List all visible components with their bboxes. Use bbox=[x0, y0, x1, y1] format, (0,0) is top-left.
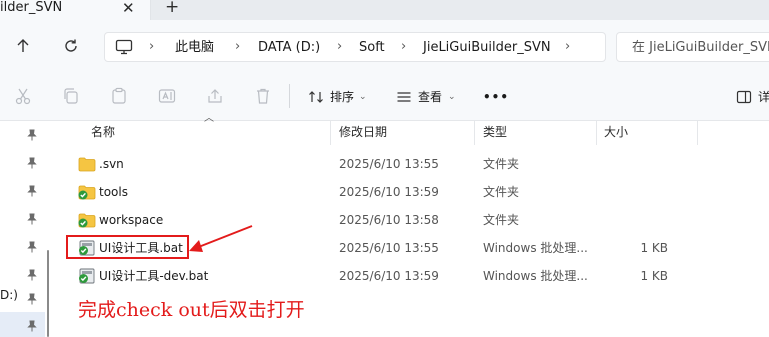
file-size: 1 KB bbox=[640, 269, 668, 283]
column-size[interactable]: 大小 bbox=[604, 125, 628, 139]
view-icon bbox=[394, 87, 414, 107]
column-type[interactable]: 类型 bbox=[483, 125, 507, 139]
paste-icon[interactable] bbox=[109, 86, 129, 106]
file-type: Windows 批处理... bbox=[483, 269, 588, 283]
breadcrumb-item[interactable]: DATA (D:) bbox=[258, 40, 320, 56]
file-date: 2025/6/10 13:55 bbox=[339, 157, 439, 171]
annotation-highlight-box bbox=[66, 235, 189, 259]
rename-icon[interactable] bbox=[157, 86, 177, 106]
chevron-down-icon: ⌄ bbox=[448, 92, 456, 102]
details-pane-icon bbox=[734, 87, 754, 107]
chevron-right-icon: › bbox=[401, 39, 407, 54]
chevron-right-icon: › bbox=[149, 39, 155, 54]
sort-label: 排序 bbox=[330, 90, 355, 104]
view-button[interactable]: 查看 ⌄ bbox=[394, 88, 458, 106]
nav-item-drive[interactable]: D:) bbox=[0, 288, 18, 302]
file-date: 2025/6/10 13:59 bbox=[339, 185, 439, 199]
file-row[interactable]: .svn 2025/6/10 13:55 文件夹 bbox=[66, 150, 769, 178]
pin-icon[interactable] bbox=[26, 185, 38, 197]
chevron-right-icon: › bbox=[235, 39, 241, 54]
file-size: 1 KB bbox=[640, 241, 668, 255]
file-type: 文件夹 bbox=[483, 185, 520, 199]
svn-folder-icon bbox=[78, 185, 96, 200]
file-name: workspace bbox=[99, 213, 164, 227]
more-options-icon[interactable]: ••• bbox=[483, 89, 509, 105]
column-date[interactable]: 修改日期 bbox=[339, 125, 387, 139]
annotation-arrow-icon bbox=[189, 225, 253, 252]
file-type: 文件夹 bbox=[483, 213, 520, 227]
column-header: 名称 修改日期 类型 大小 bbox=[60, 121, 769, 145]
file-name: tools bbox=[99, 185, 128, 199]
file-type: 文件夹 bbox=[483, 157, 520, 171]
trash-icon[interactable] bbox=[253, 86, 273, 106]
folder-icon bbox=[78, 157, 96, 172]
pin-icon[interactable] bbox=[26, 157, 38, 169]
annotation-text: 完成check out后双击打开 bbox=[78, 299, 305, 321]
toolbar-divider bbox=[289, 84, 290, 108]
file-row[interactable]: UI设计工具-dev.bat 2025/6/10 13:59 Windows 批… bbox=[66, 262, 769, 290]
svn-folder-icon bbox=[78, 213, 96, 228]
chevron-right-icon: › bbox=[337, 39, 343, 54]
search-input[interactable]: 在 JieLiGuiBuilder_SVN bbox=[616, 32, 769, 62]
sort-button[interactable]: 排序 ⌄ bbox=[306, 88, 368, 106]
details-pane-button[interactable]: 详 bbox=[734, 88, 769, 106]
pin-icon[interactable] bbox=[26, 241, 38, 253]
column-divider[interactable] bbox=[330, 121, 331, 145]
search-placeholder: 在 JieLiGuiBuilder_SVN bbox=[632, 40, 769, 55]
view-label: 查看 bbox=[418, 90, 443, 104]
computer-icon bbox=[115, 39, 133, 59]
chevron-down-icon: ⌄ bbox=[359, 92, 367, 102]
close-icon[interactable]: ✕ bbox=[122, 0, 135, 17]
file-date: 2025/6/10 13:58 bbox=[339, 213, 439, 227]
address-bar[interactable]: › 此电脑 › DATA (D:) › Soft › JieLiGuiBuild… bbox=[104, 32, 606, 62]
breadcrumb-item[interactable]: JieLiGuiBuilder_SVN bbox=[423, 40, 551, 56]
file-name: .svn bbox=[99, 157, 124, 171]
column-divider[interactable] bbox=[474, 121, 475, 145]
up-arrow-icon[interactable] bbox=[10, 33, 36, 59]
nav-scrollbar[interactable] bbox=[47, 250, 49, 337]
breadcrumb-item[interactable]: Soft bbox=[359, 40, 385, 56]
file-row[interactable]: workspace 2025/6/10 13:58 文件夹 bbox=[66, 206, 769, 234]
sort-icon bbox=[306, 87, 326, 107]
navigation-pane bbox=[0, 121, 49, 337]
column-divider[interactable] bbox=[596, 121, 597, 145]
svn-bat-icon bbox=[79, 268, 95, 284]
share-icon[interactable] bbox=[205, 86, 225, 106]
pin-icon[interactable] bbox=[26, 269, 38, 281]
chevron-right-icon[interactable]: › bbox=[565, 39, 570, 55]
refresh-icon[interactable] bbox=[58, 33, 84, 59]
copy-icon[interactable] bbox=[61, 86, 81, 106]
cut-icon[interactable] bbox=[13, 86, 33, 106]
new-tab-plus-icon[interactable]: + bbox=[165, 0, 179, 16]
file-row[interactable]: tools 2025/6/10 13:59 文件夹 bbox=[66, 178, 769, 206]
tab-active[interactable]: ilder_SVN ✕ bbox=[0, 0, 151, 20]
file-date: 2025/6/10 13:55 bbox=[339, 241, 439, 255]
file-date: 2025/6/10 13:59 bbox=[339, 269, 439, 283]
column-name[interactable]: 名称 bbox=[91, 125, 115, 139]
pin-icon[interactable] bbox=[26, 320, 38, 332]
details-label: 详 bbox=[758, 90, 769, 104]
tab-title: ilder_SVN bbox=[0, 0, 63, 15]
nav-item-selected[interactable] bbox=[0, 312, 45, 337]
column-divider[interactable] bbox=[697, 121, 698, 145]
file-type: Windows 批处理... bbox=[483, 241, 588, 255]
pin-icon[interactable] bbox=[26, 213, 38, 225]
pin-icon[interactable] bbox=[26, 293, 38, 305]
breadcrumb-item[interactable]: 此电脑 bbox=[175, 40, 214, 56]
pin-icon[interactable] bbox=[26, 129, 38, 141]
file-name: UI设计工具-dev.bat bbox=[99, 269, 209, 283]
